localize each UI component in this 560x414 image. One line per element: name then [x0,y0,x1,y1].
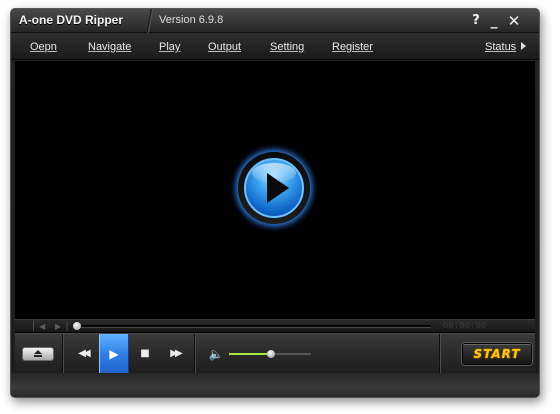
seek-bar: ▏◀ ▶▕ 00:00:00 [15,319,535,333]
menu-play[interactable]: Play [159,41,180,53]
previous-chapter-icon[interactable]: ▏◀ [33,322,45,331]
volume-handle[interactable] [267,350,275,358]
fast-forward-icon: ▶▶ [170,348,182,359]
video-display[interactable] [15,61,535,319]
chevron-right-icon [521,42,527,50]
control-divider [439,334,441,374]
eject-icon [22,347,54,361]
control-divider [62,334,64,374]
mute-button[interactable]: 🔈 [205,334,227,374]
control-divider [194,334,196,374]
menu-output[interactable]: Output [208,41,241,53]
title-bar[interactable]: A-one DVD Ripper Version 6.9.8 ? _ ✕ [11,9,539,33]
menu-navigate[interactable]: Navigate [88,41,131,53]
menu-bar: Oepn Navigate Play Output Setting Regist… [11,34,539,60]
app-window: A-one DVD Ripper Version 6.9.8 ? _ ✕ Oep… [10,8,540,398]
minimize-button[interactable]: _ [487,11,501,31]
seek-handle[interactable] [73,322,81,330]
eject-button[interactable] [22,334,54,374]
time-display: 00:00:00 [443,321,487,331]
close-button[interactable]: ✕ [506,11,522,31]
big-play-icon[interactable] [230,144,318,232]
speaker-icon: 🔈 [208,347,224,361]
rewind-icon: ◀◀ [78,348,90,359]
version-label: Version 6.9.8 [159,14,224,26]
menu-register[interactable]: Register [332,41,373,53]
stop-icon: ■ [140,348,150,359]
app-title: A-one DVD Ripper [19,13,124,27]
bottom-strip [11,373,539,397]
help-button[interactable]: ? [469,11,483,31]
status-label: Status [485,41,517,53]
menu-setting[interactable]: Setting [270,41,304,53]
seek-track[interactable] [75,325,431,328]
control-bar: ◀◀ ▶ ■ ▶▶ 🔈 START [15,333,535,374]
play-triangle-icon [267,173,289,203]
menu-open[interactable]: Oepn [30,41,57,53]
start-button[interactable]: START [462,343,532,365]
stop-button[interactable]: ■ [134,334,156,374]
menu-status[interactable]: Status [485,41,527,53]
rewind-button[interactable]: ◀◀ [71,334,95,374]
fast-forward-button[interactable]: ▶▶ [163,334,187,374]
play-button[interactable]: ▶ [99,334,129,374]
play-icon: ▶ [109,347,119,361]
next-chapter-icon[interactable]: ▶▕ [55,322,67,331]
